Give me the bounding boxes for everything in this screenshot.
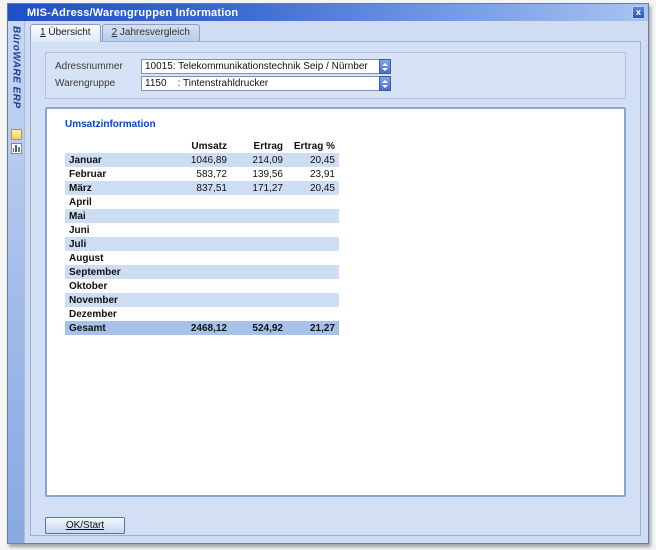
warengruppe-spinner-button[interactable] <box>379 76 391 91</box>
ertrag-column-header: Ertrag <box>231 139 287 153</box>
footer: OK/Start <box>45 515 626 534</box>
adressnummer-spinner-button[interactable] <box>379 59 391 74</box>
window-title: MIS-Adress/Warengruppen Information <box>27 7 238 19</box>
adressnummer-label: Adressnummer <box>55 61 141 72</box>
warengruppe-field[interactable]: 1150 : Tintenstrahldrucker <box>141 76 379 91</box>
ok-start-button[interactable]: OK/Start <box>45 517 125 534</box>
table-row: Oktober <box>65 279 339 293</box>
panel-title: Umsatzinformation <box>65 119 606 130</box>
umsatz-column-header: Umsatz <box>159 139 231 153</box>
umsatz-panel: Umsatzinformation Umsatz Ertrag Ertrag % <box>45 107 626 497</box>
ertrag-pct-column-header: Ertrag % <box>287 139 339 153</box>
chart-icon[interactable] <box>11 143 22 154</box>
table-row: Februar583,72139,5623,91 <box>65 167 339 181</box>
brand-logo-text: BüroWARE ERP <box>11 21 22 109</box>
table-row: Juli <box>65 237 339 251</box>
address-form-group: Adressnummer 10015: Telekommunikationste… <box>45 52 626 99</box>
table-row: Mai <box>65 209 339 223</box>
tab-jahresvergleich[interactable]: 2 Jahresvergleich <box>102 24 200 41</box>
table-row: Dezember <box>65 307 339 321</box>
table-row: September <box>65 265 339 279</box>
brand-strip: BüroWARE ERP <box>8 21 25 543</box>
close-button[interactable]: x <box>632 6 645 19</box>
tab-bar: 1 Übersicht 2 Jahresvergleich <box>25 21 648 41</box>
note-icon[interactable] <box>11 129 22 140</box>
tab-page-uebersicht: Adressnummer 10015: Telekommunikationste… <box>30 41 641 536</box>
table-row: Januar1046,89214,0920,45 <box>65 153 339 167</box>
title-bar: MIS-Adress/Warengruppen Information x <box>8 4 648 21</box>
table-row: November <box>65 293 339 307</box>
window: MIS-Adress/Warengruppen Information x Bü… <box>7 3 649 544</box>
table-row: März837,51171,2720,45 <box>65 181 339 195</box>
table-row: Juni <box>65 223 339 237</box>
adressnummer-field[interactable]: 10015: Telekommunikationstechnik Seip / … <box>141 59 379 74</box>
month-column-header <box>65 139 159 153</box>
table-row: August <box>65 251 339 265</box>
table-header-row: Umsatz Ertrag Ertrag % <box>65 139 339 153</box>
umsatz-table: Umsatz Ertrag Ertrag % Januar1046,89214,… <box>65 139 339 335</box>
tab-uebersicht[interactable]: 1 Übersicht <box>30 24 101 42</box>
table-total-row: Gesamt2468,12524,9221,27 <box>65 321 339 335</box>
warengruppe-label: Warengruppe <box>55 78 141 89</box>
table-row: April <box>65 195 339 209</box>
